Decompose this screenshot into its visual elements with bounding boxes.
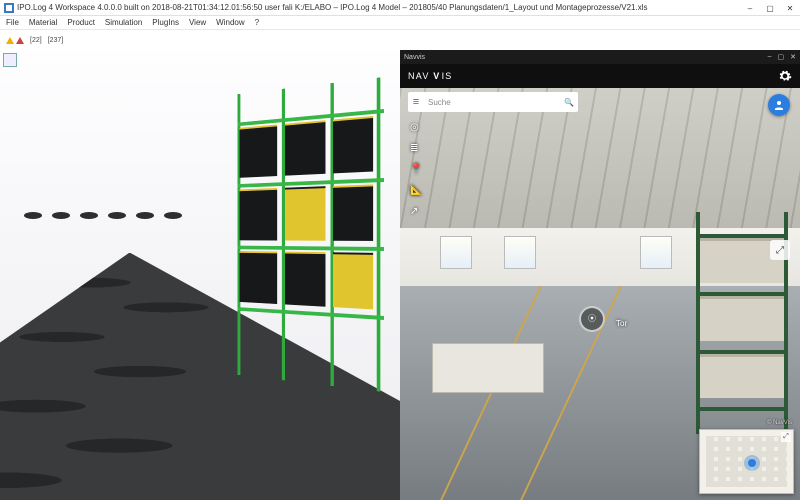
viewport-tool-icon[interactable]	[3, 53, 17, 67]
navvis-header: N AV V IS	[400, 64, 800, 88]
svg-text:V: V	[433, 71, 440, 81]
floor-markers	[24, 212, 182, 219]
menu-material[interactable]: Material	[29, 18, 57, 27]
error-icon	[16, 37, 24, 44]
storage-rack	[229, 77, 384, 392]
user-avatar[interactable]	[768, 94, 790, 116]
ruler-icon[interactable]: 📐	[410, 185, 422, 196]
navvis-panel: Navvis – ▢ ✕ N AV V IS	[400, 50, 800, 500]
window-close-button[interactable]: ✕	[780, 0, 800, 16]
compass-icon[interactable]: ◎	[410, 122, 422, 133]
attribution-text: © NavVis	[767, 420, 792, 426]
window-title: IPO.Log 4 Workspace 4.0.0.0 built on 201…	[17, 3, 648, 12]
svg-text:N: N	[408, 71, 416, 81]
message-count: [237]	[48, 37, 64, 44]
menu-file[interactable]: File	[6, 18, 19, 27]
panel-maximize-button[interactable]: ▢	[778, 53, 785, 61]
navvis-viewer[interactable]: ⦿ Tor © NavVis ⤢	[400, 88, 800, 500]
menu-plugins[interactable]: PlugIns	[152, 18, 179, 27]
poi-label: Tor	[616, 319, 627, 328]
fullscreen-icon[interactable]: ⤢	[770, 240, 790, 260]
window-titlebar: IPO.Log 4 Workspace 4.0.0.0 built on 201…	[0, 0, 800, 16]
navvis-logo: N AV V IS	[408, 70, 480, 82]
menu-view[interactable]: View	[189, 18, 206, 27]
menu-product[interactable]: Product	[67, 18, 95, 27]
photo-window	[504, 236, 536, 269]
panel-minimize-button[interactable]: –	[768, 53, 772, 61]
layers-icon[interactable]: ≣	[410, 143, 422, 154]
window-minimize-button[interactable]: –	[740, 0, 760, 16]
minimap-expand-icon[interactable]: ⤢	[781, 432, 791, 442]
search-box[interactable]: ≡ Suche 🔍	[408, 92, 578, 112]
menu-help[interactable]: ?	[255, 18, 259, 27]
menu-window[interactable]: Window	[216, 18, 244, 27]
viewport-3d[interactable]	[0, 50, 400, 500]
minimap[interactable]: ⤢	[699, 429, 794, 494]
minimap-position-icon	[748, 459, 756, 467]
status-toolbar: [22] [237]	[0, 30, 800, 50]
navvis-toolstrip: ◎ ≣ 📍 📐 ↗	[410, 122, 422, 217]
photo-cart	[432, 343, 544, 392]
pin-icon[interactable]: 📍	[410, 164, 422, 175]
menu-simulation[interactable]: Simulation	[105, 18, 142, 27]
photo-window	[640, 236, 672, 269]
menu-bar: File Material Product Simulation PlugIns…	[0, 16, 800, 30]
share-icon[interactable]: ↗	[410, 206, 422, 217]
app-icon	[4, 3, 14, 13]
svg-text:IS: IS	[442, 71, 453, 81]
search-icon[interactable]: 🔍	[560, 98, 578, 107]
person-icon	[773, 99, 785, 111]
navvis-titlebar: Navvis – ▢ ✕	[400, 50, 800, 64]
poi-marker[interactable]: ⦿	[579, 306, 605, 332]
hamburger-icon[interactable]: ≡	[408, 96, 424, 108]
warning-count: [22]	[30, 37, 42, 44]
window-maximize-button[interactable]: ▢	[760, 0, 780, 16]
warning-badge[interactable]	[6, 37, 24, 44]
navvis-title-text: Navvis	[404, 54, 425, 61]
svg-text:AV: AV	[416, 71, 430, 81]
panel-close-button[interactable]: ✕	[790, 53, 796, 61]
search-placeholder: Suche	[424, 98, 560, 107]
warning-icon	[6, 37, 14, 44]
photo-window	[440, 236, 472, 269]
gear-icon[interactable]	[778, 69, 792, 83]
